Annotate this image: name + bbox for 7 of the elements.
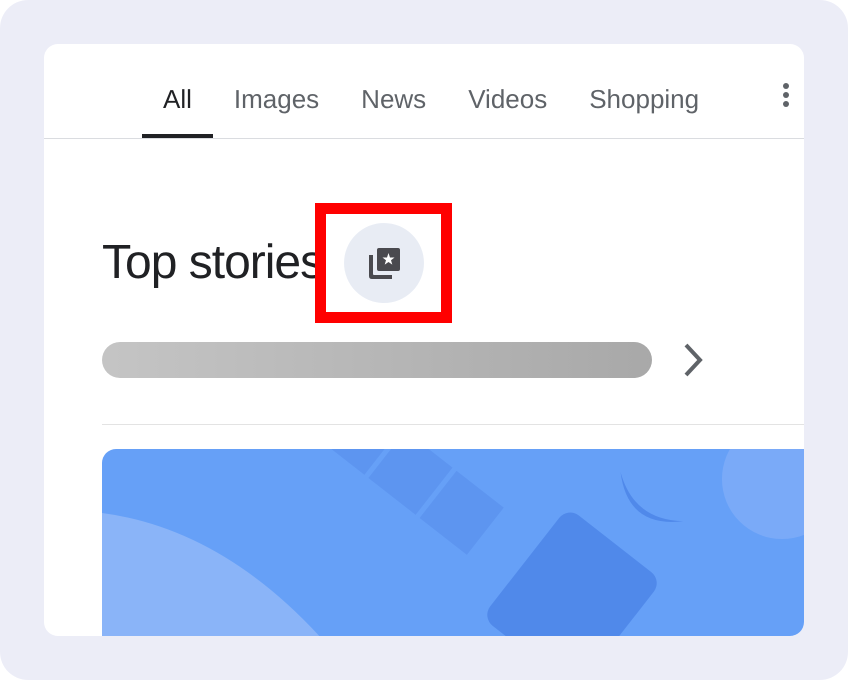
tab[interactable]: Videos	[447, 82, 568, 138]
tab[interactable]: Shopping	[568, 82, 720, 138]
more-options-icon[interactable]	[782, 82, 790, 108]
tab[interactable]: Images	[212, 82, 340, 138]
chevron-right-icon[interactable]	[682, 342, 704, 378]
tab[interactable]: News	[340, 82, 448, 138]
tab[interactable]: All	[142, 82, 213, 138]
